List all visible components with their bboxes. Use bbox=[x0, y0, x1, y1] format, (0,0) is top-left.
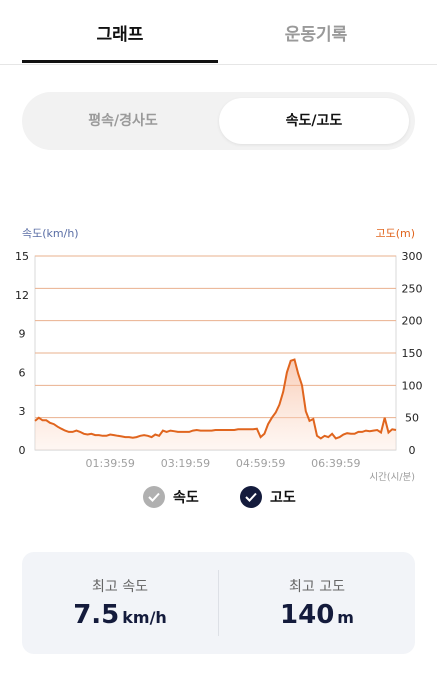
y-right-tick-label: 250 bbox=[402, 282, 423, 295]
x-tick-label: 01:39:59 bbox=[86, 457, 135, 470]
legend-speed-label: 속도 bbox=[173, 490, 199, 506]
tab-exercise-record[interactable]: 운동기록 bbox=[218, 0, 414, 64]
legend-speed-toggle[interactable]: 속도 bbox=[143, 484, 199, 512]
y-left-tick-label: 12 bbox=[15, 289, 29, 302]
max-speed-label: 최고 속도 bbox=[92, 579, 148, 595]
max-altitude-value: 140 bbox=[280, 600, 335, 630]
x-tick-label: 03:19:59 bbox=[161, 457, 210, 470]
max-altitude-unit: m bbox=[337, 608, 354, 627]
tab-graph[interactable]: 그래프 bbox=[22, 0, 218, 64]
max-altitude-value-row: 140 m bbox=[219, 600, 415, 630]
chart-canvas: 0 3 6 9 12 15 0 50 100 150 200 250 300 01:39:59 03:1… bbox=[15, 250, 423, 483]
y-right-tick-label: 150 bbox=[402, 347, 423, 360]
legend-altitude-label: 고도 bbox=[270, 490, 296, 506]
summary-stats-card: 최고 속도 7.5 km/h 최고 고도 140 m bbox=[22, 552, 415, 654]
max-speed-value-row: 7.5 km/h bbox=[22, 600, 218, 630]
legend-altitude-toggle[interactable]: 고도 bbox=[240, 484, 296, 512]
y-right-tick-label: 200 bbox=[402, 315, 423, 328]
segment-speed-altitude[interactable]: 속도/고도 bbox=[219, 98, 409, 144]
y-right-tick-label: 50 bbox=[405, 412, 419, 425]
chart-mode-segment: 평속/경사도 속도/고도 bbox=[22, 92, 415, 150]
speed-altitude-chart: 속도(km/h) 고도(m) 0 3 6 9 12 15 0 50 100 150 200 250 3… bbox=[0, 215, 437, 490]
segment-avg-speed-slope[interactable]: 평속/경사도 bbox=[28, 98, 218, 144]
y-right-tick-label: 300 bbox=[402, 250, 423, 263]
x-tick-label: 06:39:59 bbox=[311, 457, 360, 470]
y-left-tick-label: 6 bbox=[19, 366, 26, 379]
y-right-tick-label: 0 bbox=[409, 444, 416, 457]
x-tick-label: 04:59:59 bbox=[236, 457, 285, 470]
top-tab-bar: 그래프 운동기록 bbox=[0, 0, 437, 65]
check-icon bbox=[240, 486, 262, 508]
max-altitude-stat: 최고 고도 140 m bbox=[219, 552, 415, 654]
y-left-tick-label: 9 bbox=[19, 328, 26, 341]
x-axis-unit: 시간(시/분) bbox=[369, 472, 415, 483]
y-left-tick-label: 15 bbox=[15, 250, 29, 263]
y-right-tick-label: 100 bbox=[402, 379, 423, 392]
max-speed-unit: km/h bbox=[122, 608, 167, 627]
check-icon bbox=[143, 486, 165, 508]
max-speed-value: 7.5 bbox=[73, 600, 120, 630]
active-tab-indicator bbox=[22, 60, 218, 63]
altitude-line bbox=[34, 358, 397, 440]
max-altitude-label: 최고 고도 bbox=[289, 579, 345, 595]
max-speed-stat: 최고 속도 7.5 km/h bbox=[22, 552, 218, 654]
y-left-tick-label: 0 bbox=[19, 444, 26, 457]
y-left-tick-label: 3 bbox=[19, 405, 26, 418]
